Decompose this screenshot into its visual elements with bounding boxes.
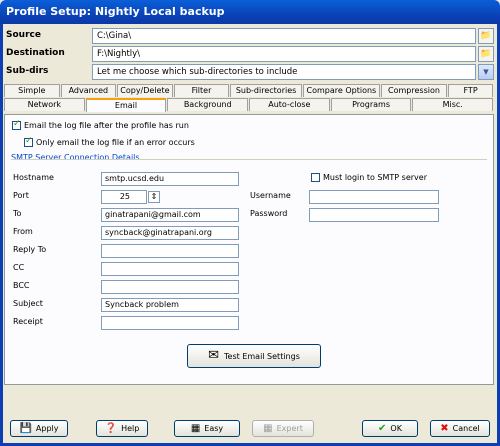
- bcc-label: BCC: [13, 281, 30, 290]
- only-error-checkbox[interactable]: [24, 136, 33, 147]
- tab-ftp[interactable]: FTP: [448, 84, 493, 97]
- tab-sub-directories[interactable]: Sub-directories: [230, 84, 302, 97]
- apply-button[interactable]: 💾 Apply: [10, 420, 68, 437]
- replyto-label: Reply To: [13, 245, 47, 254]
- subdirs-select[interactable]: Let me choose which sub-directories to i…: [92, 64, 476, 80]
- tab-email[interactable]: Email: [85, 98, 167, 112]
- port-label: Port: [13, 191, 29, 200]
- receipt-label: Receipt: [13, 317, 43, 326]
- test-email-button[interactable]: ✉ Test Email Settings: [187, 344, 321, 368]
- hostname-label: Hostname: [13, 173, 54, 182]
- smtp-group-divider: [11, 159, 487, 160]
- save-disk-icon: 💾: [19, 422, 32, 434]
- cancel-button[interactable]: ✖ Cancel: [430, 420, 490, 437]
- tab-auto-close[interactable]: Auto-close: [249, 98, 330, 111]
- to-label: To: [13, 209, 22, 218]
- tab-network[interactable]: Network: [4, 98, 85, 111]
- window-title: Profile Setup: Nightly Local backup: [6, 5, 225, 18]
- cc-input[interactable]: [101, 262, 239, 276]
- source-label: Source: [6, 30, 41, 40]
- close-icon: ✖: [440, 422, 449, 434]
- title-bar: Profile Setup: Nightly Local backup: [0, 0, 500, 24]
- source-browse-button[interactable]: 📁: [478, 28, 494, 44]
- grid-icon: ▦: [263, 422, 273, 434]
- destination-row: Destination F:\Nightly\ 📁: [4, 46, 494, 62]
- tab-filter[interactable]: Filter: [173, 84, 230, 97]
- folder-icon: 📁: [480, 49, 492, 59]
- subdirs-row: Sub-dirs Let me choose which sub-directo…: [4, 64, 494, 80]
- replyto-input[interactable]: [101, 244, 239, 258]
- tab-compression[interactable]: Compression: [380, 84, 448, 97]
- receipt-input[interactable]: [101, 316, 239, 330]
- port-spin-button[interactable]: ⇕: [148, 191, 160, 203]
- tab-compare-options[interactable]: Compare Options: [302, 84, 380, 97]
- ok-label: OK: [390, 424, 402, 433]
- username-label: Username: [250, 191, 291, 200]
- spin-arrows-icon: ⇕: [150, 192, 158, 201]
- test-email-label: Test Email Settings: [224, 351, 300, 361]
- source-row: Source C:\Gina\ 📁: [4, 28, 494, 44]
- only-error-label: Only email the log file if an error occu…: [36, 138, 195, 147]
- checkmark-icon: ✔: [378, 422, 387, 434]
- from-label: From: [13, 227, 33, 236]
- password-label: Password: [250, 209, 288, 218]
- destination-label: Destination: [6, 48, 65, 58]
- chevron-down-icon: ▼: [483, 68, 489, 76]
- ok-button[interactable]: ✔ OK: [362, 420, 418, 437]
- tab-programs[interactable]: Programs: [330, 98, 412, 111]
- email-panel: Email the log file after the profile has…: [4, 114, 494, 385]
- cancel-label: Cancel: [452, 424, 480, 433]
- tab-advanced[interactable]: Advanced: [60, 84, 117, 97]
- destination-browse-button[interactable]: 📁: [478, 46, 494, 62]
- tab-copy-delete[interactable]: Copy/Delete: [117, 84, 173, 97]
- easy-label: Easy: [204, 424, 224, 433]
- smtp-group-title: SMTP Server Connection Details: [11, 153, 140, 162]
- tab-row-1: Simple Advanced Copy/Delete Filter Sub-d…: [4, 84, 494, 97]
- must-login-label: Must login to SMTP server: [323, 173, 427, 182]
- easy-button[interactable]: ▦ Easy: [174, 420, 240, 437]
- expert-button[interactable]: ▦ Expert: [252, 420, 314, 437]
- from-input[interactable]: syncback@ginatrapani.org: [101, 226, 239, 240]
- folder-icon: 📁: [480, 31, 492, 41]
- expert-label: Expert: [276, 424, 303, 433]
- help-label: Help: [121, 424, 140, 433]
- envelope-icon: ✉: [208, 348, 220, 363]
- tab-background[interactable]: Background: [167, 98, 249, 111]
- must-login-checkbox[interactable]: [311, 173, 320, 182]
- port-input[interactable]: 25: [101, 190, 147, 204]
- bcc-input[interactable]: [101, 280, 239, 294]
- apply-label: Apply: [35, 424, 59, 433]
- destination-input[interactable]: F:\Nightly\: [92, 46, 476, 62]
- tab-simple[interactable]: Simple: [4, 84, 60, 97]
- cc-label: CC: [13, 263, 25, 272]
- tab-misc[interactable]: Misc.: [412, 98, 494, 111]
- tab-row-2: Network Email Background Auto-close Prog…: [4, 98, 494, 112]
- subject-input[interactable]: Syncback problem: [101, 298, 239, 312]
- subject-label: Subject: [13, 299, 43, 308]
- hostname-input[interactable]: smtp.ucsd.edu: [101, 172, 239, 186]
- password-input[interactable]: [309, 208, 439, 222]
- grid-icon: ▦: [190, 422, 201, 434]
- help-icon: ❓: [104, 422, 118, 434]
- to-input[interactable]: ginatrapani@gmail.com: [101, 208, 239, 222]
- email-log-checkbox[interactable]: [12, 119, 21, 130]
- source-input[interactable]: C:\Gina\: [92, 28, 476, 44]
- subdirs-label: Sub-dirs: [6, 66, 49, 76]
- email-log-label: Email the log file after the profile has…: [24, 121, 189, 130]
- help-button[interactable]: ❓ Help: [96, 420, 148, 437]
- username-input[interactable]: [309, 190, 439, 204]
- subdirs-dropdown-button[interactable]: ▼: [478, 64, 494, 80]
